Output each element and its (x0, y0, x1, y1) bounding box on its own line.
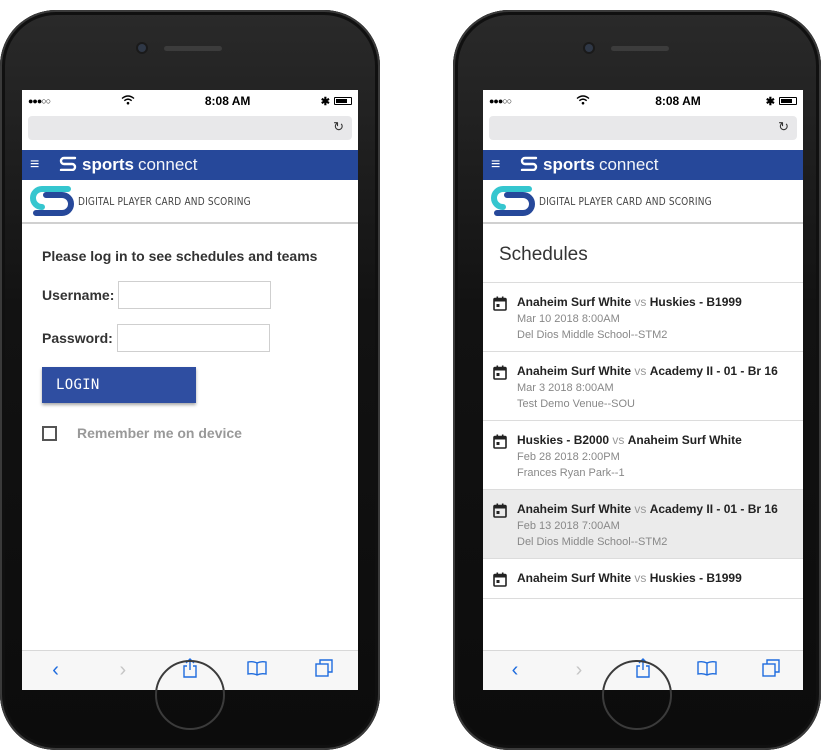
password-label: Password: (42, 330, 113, 346)
remember-label: Remember me on device (77, 425, 242, 441)
signal-icon: ●●●○○ (28, 96, 51, 106)
schedule-item[interactable]: Huskies - B2000 vs Anaheim Surf White Fe… (483, 421, 803, 490)
home-team: Anaheim Surf White (517, 364, 632, 378)
home-team: Anaheim Surf White (517, 502, 632, 516)
schedule-item[interactable]: Anaheim Surf White vs Huskies - B1999 (483, 559, 803, 599)
status-bar: ●●●○○ 8:08 AM ✱ (483, 90, 803, 112)
product-subtitle: DIGITAL PLAYER CARD AND SCORING (78, 194, 251, 208)
calendar-icon (493, 434, 509, 450)
wifi-icon (121, 94, 135, 108)
product-logo-icon (487, 181, 539, 221)
bookmarks-icon[interactable] (692, 659, 722, 682)
password-input[interactable] (116, 324, 270, 352)
forward-icon[interactable]: › (108, 659, 138, 682)
home-button[interactable] (602, 660, 672, 730)
home-button[interactable] (155, 660, 225, 730)
username-row: Username: (42, 281, 358, 309)
schedule-item[interactable]: Anaheim Surf White vs Huskies - B1999 Ma… (483, 283, 803, 352)
away-team: Academy II - 01 - Br 16 (649, 502, 778, 516)
game-venue: Del Dios Middle School--STM2 (517, 536, 668, 548)
brand-name: sports (82, 155, 134, 174)
wifi-icon (576, 94, 590, 108)
phone-frame-right: ●●●○○ 8:08 AM ✱ ↻ ≡ sports connect DIGIT… (453, 10, 821, 750)
away-team: Academy II - 01 - Br 16 (649, 364, 778, 378)
password-row: Password: (42, 324, 358, 352)
away-team: Huskies - B1999 (649, 295, 742, 309)
tabs-icon[interactable] (309, 658, 339, 683)
bluetooth-icon: ✱ (765, 95, 775, 108)
signal-icon: ●●●○○ (489, 96, 512, 106)
home-team: Huskies - B2000 (517, 433, 610, 447)
brand-suffix: connect (598, 155, 659, 174)
reload-icon[interactable]: ↻ (333, 119, 344, 135)
battery-icon (333, 97, 352, 105)
game-venue: Del Dios Middle School--STM2 (517, 329, 668, 341)
screen-login: ●●●○○ 8:08 AM ✱ ↻ ≡ sports connect DIGIT… (22, 90, 358, 690)
product-subheader: DIGITAL PLAYER CARD AND SCORING (483, 180, 803, 224)
menu-icon[interactable]: ≡ (30, 156, 58, 174)
menu-icon[interactable]: ≡ (491, 156, 519, 174)
game-datetime: Mar 10 2018 8:00AM (517, 313, 620, 325)
vs-label: vs (612, 433, 625, 447)
login-form: Please log in to see schedules and teams… (22, 224, 358, 441)
remember-row: Remember me on device (42, 425, 358, 441)
schedule-item[interactable]: Anaheim Surf White vs Academy II - 01 - … (483, 352, 803, 421)
game-venue: Test Demo Venue--SOU (517, 398, 635, 410)
product-subtitle: DIGITAL PLAYER CARD AND SCORING (539, 194, 712, 208)
brand-name: sports (543, 155, 595, 174)
bluetooth-icon: ✱ (320, 95, 330, 108)
away-team: Anaheim Surf White (627, 433, 742, 447)
vs-label: vs (634, 502, 647, 516)
back-icon[interactable]: ‹ (500, 659, 530, 682)
url-bar[interactable]: ↻ (489, 116, 797, 140)
phone-frame-left: ●●●○○ 8:08 AM ✱ ↻ ≡ sports connect DIGIT… (0, 10, 380, 750)
login-prompt: Please log in to see schedules and teams (42, 248, 318, 264)
vs-label: vs (634, 364, 647, 378)
game-datetime: Mar 3 2018 8:00AM (517, 382, 614, 394)
brand-suffix: connect (137, 155, 198, 174)
product-subheader: DIGITAL PLAYER CARD AND SCORING (22, 180, 358, 224)
calendar-icon (493, 572, 509, 588)
sports-connect-logo-icon (519, 155, 539, 176)
remember-checkbox[interactable] (42, 425, 57, 441)
camera (585, 44, 593, 52)
game-venue: Frances Ryan Park--1 (517, 467, 625, 479)
vs-label: vs (634, 295, 647, 309)
back-icon[interactable]: ‹ (41, 659, 71, 682)
speaker-grille (611, 46, 669, 51)
forward-icon[interactable]: › (564, 659, 594, 682)
tabs-icon[interactable] (756, 658, 786, 683)
url-bar[interactable]: ↻ (28, 116, 352, 140)
product-logo-icon (26, 181, 78, 221)
username-input[interactable] (118, 281, 272, 309)
sports-connect-logo-icon (58, 155, 78, 176)
calendar-icon (493, 503, 509, 519)
away-team: Huskies - B1999 (649, 571, 742, 585)
login-button[interactable]: LOGIN (42, 367, 196, 403)
calendar-icon (493, 365, 509, 381)
screen-schedules: ●●●○○ 8:08 AM ✱ ↻ ≡ sports connect DIGIT… (483, 90, 803, 690)
game-datetime: Feb 13 2018 7:00AM (517, 520, 620, 532)
username-label: Username: (42, 287, 115, 303)
reload-icon[interactable]: ↻ (778, 119, 789, 135)
battery-icon (778, 97, 797, 105)
page-title: Schedules (483, 224, 803, 283)
schedule-list: Anaheim Surf White vs Huskies - B1999 Ma… (483, 283, 803, 599)
calendar-icon (493, 296, 509, 312)
app-header: ≡ sports connect (483, 150, 803, 180)
home-team: Anaheim Surf White (517, 295, 632, 309)
schedule-item-selected[interactable]: Anaheim Surf White vs Academy II - 01 - … (483, 490, 803, 559)
app-header: ≡ sports connect (22, 150, 358, 180)
vs-label: vs (634, 571, 647, 585)
game-datetime: Feb 28 2018 2:00PM (517, 451, 620, 463)
home-team: Anaheim Surf White (517, 571, 632, 585)
speaker-grille (164, 46, 222, 51)
bookmarks-icon[interactable] (242, 659, 272, 682)
camera (138, 44, 146, 52)
status-time: 8:08 AM (655, 94, 701, 108)
status-bar: ●●●○○ 8:08 AM ✱ (22, 90, 358, 112)
status-time: 8:08 AM (204, 94, 251, 108)
